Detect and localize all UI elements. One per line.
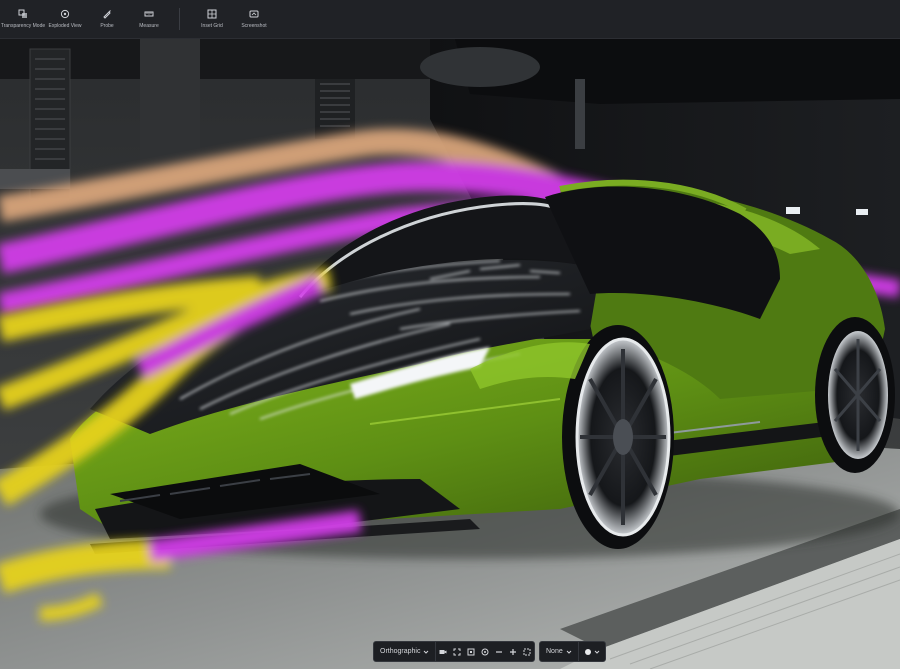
probe-label: Probe: [100, 23, 114, 29]
measure-icon: [144, 11, 154, 17]
inset-grid-label: Inset Grid: [201, 23, 223, 29]
car-render-image: [0, 39, 900, 669]
probe-icon: [103, 10, 111, 19]
background-value: None: [546, 648, 563, 655]
projection-value: Orthographic: [380, 648, 421, 655]
exploded-view-button[interactable]: Exploded View: [44, 0, 86, 38]
grid-icon: [207, 9, 217, 19]
view-controls-bar: Orthographic: [373, 641, 535, 662]
screenshot-label: Screenshot: [241, 23, 267, 29]
transparency-icon: [18, 9, 27, 18]
top-toolbar: Transparency Mode Exploded View Probe Me…: [0, 0, 900, 39]
background-dropdown[interactable]: None: [540, 642, 579, 661]
screenshot-icon: [249, 10, 259, 18]
color-dropdown[interactable]: [579, 642, 606, 661]
3d-viewport[interactable]: [0, 39, 900, 669]
measure-label: Measure: [139, 23, 159, 29]
fullscreen-button[interactable]: [520, 642, 534, 661]
fit-view-button[interactable]: [450, 642, 464, 661]
frame-icon: [467, 648, 475, 655]
transparency-mode-button[interactable]: Transparency Mode: [0, 0, 46, 38]
exploded-view-icon: [60, 9, 70, 19]
probe-button[interactable]: Probe: [86, 0, 128, 38]
measure-button[interactable]: Measure: [128, 0, 170, 38]
chevron-down-icon: [594, 650, 600, 654]
zoom-out-icon: [496, 650, 503, 653]
screenshot-button[interactable]: Screenshot: [233, 0, 275, 38]
chevron-down-icon: [566, 650, 572, 654]
chevron-down-icon: [424, 650, 429, 654]
projection-dropdown[interactable]: Orthographic: [374, 642, 437, 661]
target-icon: [481, 648, 489, 655]
transparency-mode-label: Transparency Mode: [0, 23, 46, 29]
zoom-in-button[interactable]: [506, 642, 520, 661]
toolbar-group-tools: Inset Grid Screenshot: [189, 0, 275, 38]
camera-button[interactable]: [436, 642, 450, 661]
exploded-view-label: Exploded View: [48, 23, 82, 29]
zoom-out-button[interactable]: [492, 642, 506, 661]
zoom-in-icon: [510, 648, 517, 655]
fullscreen-icon: [523, 648, 531, 655]
target-button[interactable]: [478, 642, 492, 661]
camera-icon: [439, 649, 447, 654]
frame-button[interactable]: [464, 642, 478, 661]
color-swatch: [584, 648, 591, 655]
toolbar-group-view: Transparency Mode Exploded View Probe Me…: [0, 0, 170, 38]
app-window: Transparency Mode Exploded View Probe Me…: [0, 0, 900, 669]
fit-view-icon: [453, 648, 461, 655]
inset-grid-button[interactable]: Inset Grid: [191, 0, 233, 38]
background-controls-bar: None: [539, 641, 606, 662]
toolbar-divider: [179, 8, 180, 30]
